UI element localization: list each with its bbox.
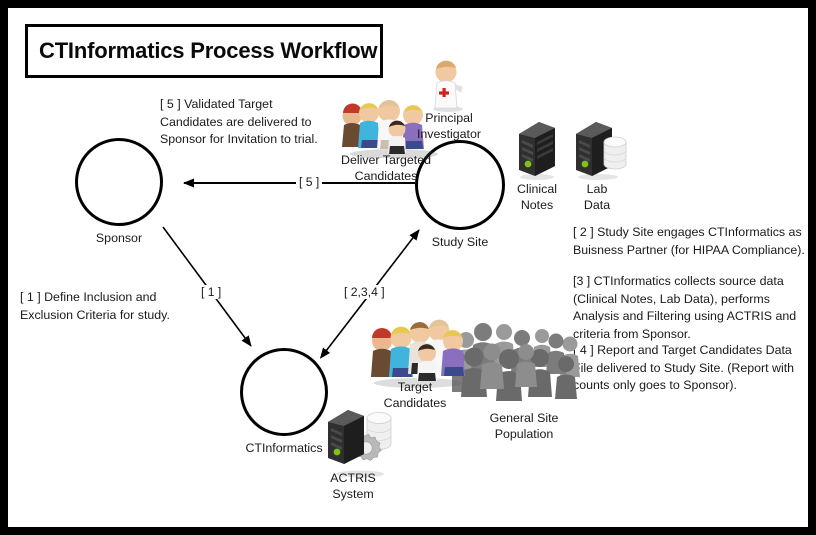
clinical-notes-icon[interactable] (513, 118, 561, 180)
database-cylinder (603, 136, 627, 170)
server-led (581, 160, 589, 168)
node-sponsor[interactable] (75, 138, 163, 226)
general-site-population-label: General Site Population (489, 411, 559, 441)
edge-5-label: [ 5 ] (296, 175, 323, 189)
server-led (524, 160, 532, 168)
principal-investigator-label: Principal Investigator (416, 111, 482, 141)
title-box: CTInformatics Process Workflow (25, 24, 383, 78)
target-candidates-icon[interactable] (363, 313, 469, 389)
lab-data-label: Lab Data (583, 182, 611, 212)
node-ctinformatics-label: CTInformatics (245, 441, 323, 455)
diagram-sheet: CTInformatics Process Workflow Sponsor S… (8, 8, 808, 527)
principal-investigator-icon[interactable] (426, 60, 472, 112)
edge-layer (162, 178, 420, 359)
red-cross-h (439, 91, 449, 95)
note-3: [3 ] CTInformatics collects source data … (573, 274, 797, 341)
general-site-population-icon[interactable] (446, 314, 582, 404)
lab-data-icon[interactable] (570, 118, 632, 180)
node-study-site-label: Study Site (431, 235, 489, 249)
server-led (333, 448, 341, 456)
page-title: CTInformatics Process Workflow (39, 38, 378, 63)
person-purple (441, 330, 465, 376)
note-2: [ 2 ] Study Site engages CTInformatics a… (573, 225, 805, 257)
edge-2-3-4-label: [ 2,3,4 ] (341, 285, 388, 299)
deliver-targeted-candidates-label: Deliver Targeted Candidates (341, 153, 431, 183)
actris-system-icon[interactable] (326, 406, 402, 478)
clinical-notes-label: Clinical Notes (517, 182, 557, 212)
actris-system-label: ACTRIS System (330, 471, 376, 501)
person-blue (358, 103, 380, 148)
node-ctinformatics[interactable] (240, 348, 328, 436)
person-child-dark (417, 344, 437, 381)
note-1: [ 1 ] Define Inclusion and Exclusion Cri… (20, 290, 170, 322)
node-sponsor-label: Sponsor (95, 231, 143, 245)
diagram-canvas: CTInformatics Process Workflow Sponsor S… (0, 0, 816, 535)
note-4: [ 4 ] Report and Target Candidates Data … (573, 343, 795, 392)
